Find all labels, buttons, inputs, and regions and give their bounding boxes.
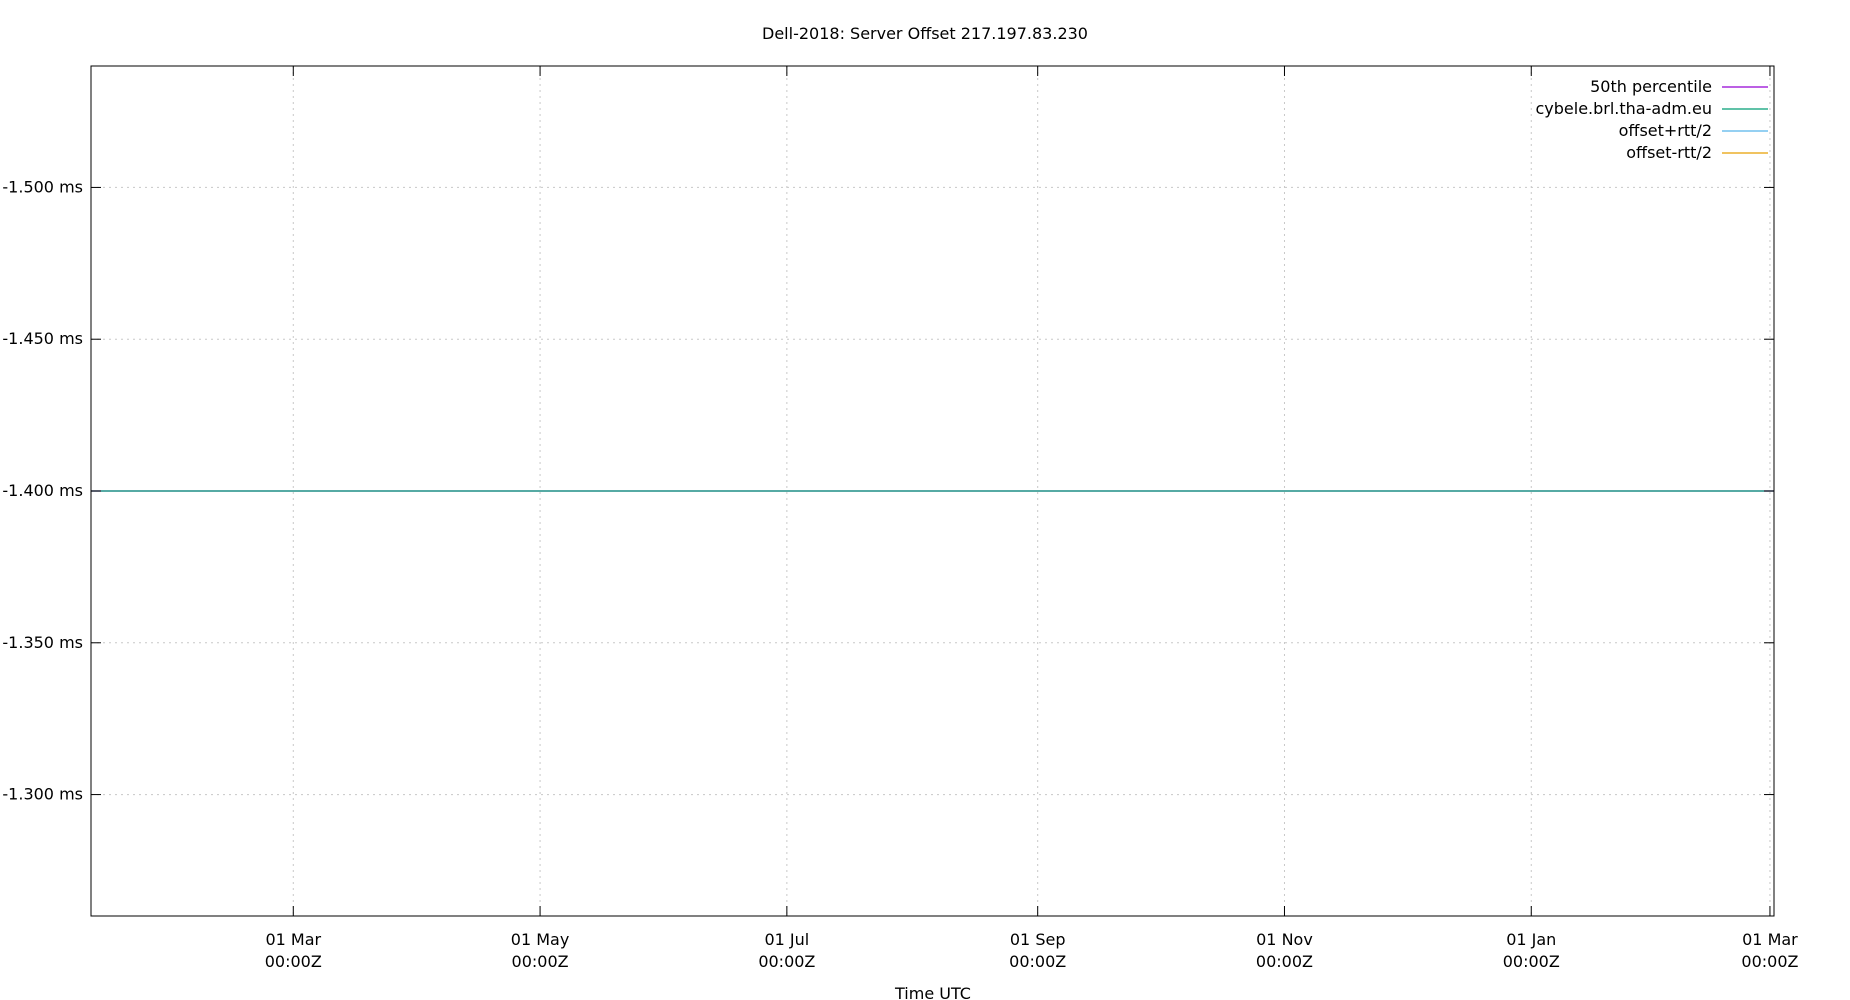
y-tick-label: -1.400 ms [2, 481, 83, 500]
legend: 50th percentile cybele.brl.tha-adm.eu offs… [1535, 77, 1768, 162]
legend-label: offset+rtt/2 [1619, 121, 1712, 140]
x-tick-label-date: 01 Nov [1256, 930, 1313, 949]
x-tick-label-time: 00:00Z [1009, 952, 1066, 971]
y-tick-label: -1.500 ms [2, 177, 83, 196]
x-tick-label-date: 01 Sep [1010, 930, 1066, 949]
x-tick-label-date: 01 Jul [764, 930, 809, 949]
x-tick-label-time: 00:00Z [265, 952, 322, 971]
x-tick-label-time: 00:00Z [1503, 952, 1560, 971]
chart-title: Dell-2018: Server Offset 217.197.83.230 [762, 24, 1088, 43]
x-axis: 01 Mar 00:00Z 01 May 00:00Z 01 Jul 00:00Z 01 S… [265, 66, 1799, 971]
legend-label: cybele.brl.tha-adm.eu [1535, 99, 1712, 118]
y-tick-label: -1.450 ms [2, 329, 83, 348]
legend-label: 50th percentile [1590, 77, 1712, 96]
x-tick-label-time: 00:00Z [512, 952, 569, 971]
x-tick-label-date: 01 Jan [1506, 930, 1556, 949]
x-tick-label-date: 01 May [511, 930, 570, 949]
legend-label: offset-rtt/2 [1626, 143, 1712, 162]
offset-chart: Dell-2018: Server Offset 217.197.83.230 … [2, 24, 1799, 1000]
x-tick-label-date: 01 Mar [1742, 930, 1798, 949]
x-axis-label: Time UTC [894, 984, 971, 1000]
y-tick-label: -1.300 ms [2, 785, 83, 804]
y-tick-label: -1.350 ms [2, 633, 83, 652]
x-tick-label-date: 01 Mar [265, 930, 321, 949]
x-tick-label-time: 00:00Z [1741, 952, 1798, 971]
x-tick-label-time: 00:00Z [1256, 952, 1313, 971]
x-tick-label-time: 00:00Z [758, 952, 815, 971]
